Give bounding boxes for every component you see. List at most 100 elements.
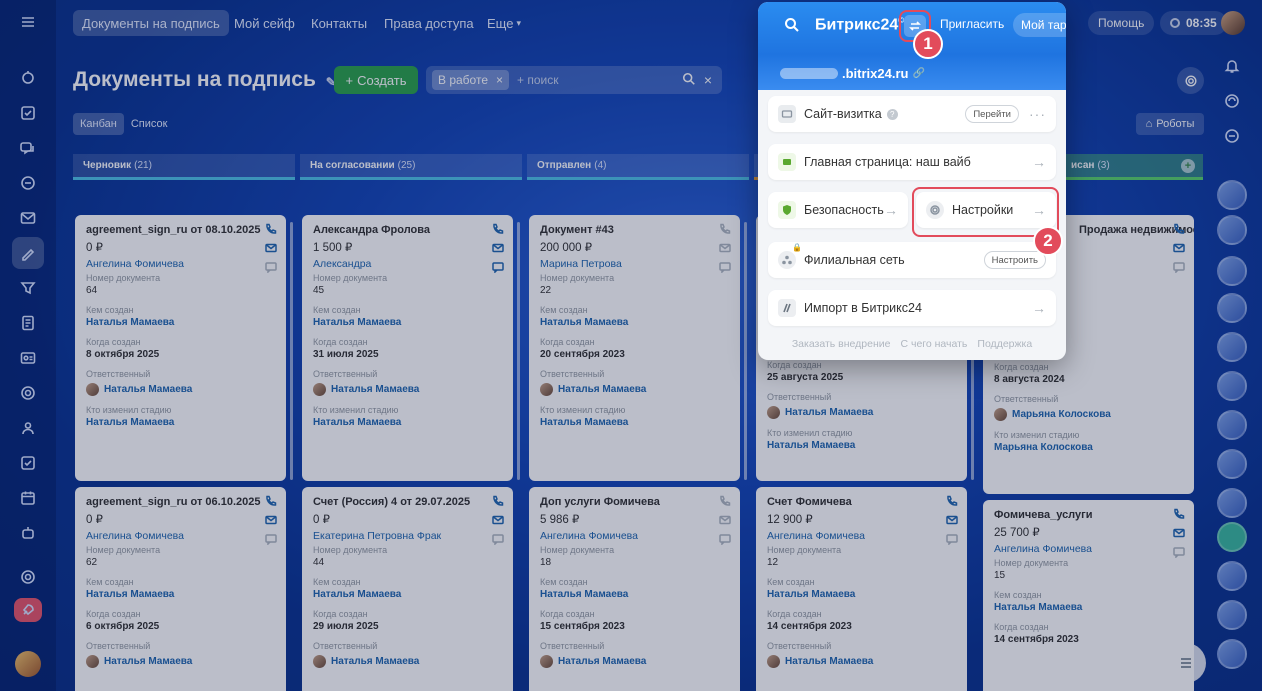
document-icon[interactable] (12, 307, 44, 339)
calendar-icon[interactable] (12, 482, 44, 514)
mail-icon[interactable] (719, 242, 731, 257)
deal-card[interactable]: Документ #43 200 000 ₽ Марина Петрова Но… (529, 215, 740, 481)
comment-icon[interactable] (265, 261, 277, 276)
comment-icon[interactable] (719, 533, 731, 548)
card-creator[interactable]: Наталья Мамаева (86, 589, 275, 600)
column-header-approval[interactable]: На согласовании (25) (300, 154, 522, 180)
contact-card-icon[interactable] (12, 342, 44, 374)
card-title[interactable]: Фомичева_услуги (994, 509, 1183, 521)
user-avatar[interactable] (15, 651, 41, 677)
card-creator[interactable]: Наталья Мамаева (313, 317, 502, 328)
menu-item-branch-network[interactable]: 🔒 Филиальная сеть Настроить (768, 242, 1056, 278)
comment-icon[interactable] (492, 261, 504, 276)
phone-icon[interactable] (492, 495, 504, 510)
avatar[interactable] (1217, 488, 1247, 518)
menu-item-import[interactable]: Импорт в Битрикс24 → (768, 290, 1056, 326)
crm-icon[interactable] (12, 167, 44, 199)
sign-icon[interactable] (12, 237, 44, 269)
avatar[interactable] (1217, 639, 1247, 669)
avatar[interactable] (1217, 522, 1247, 552)
card-stage-by[interactable]: Марьяна Колоскова (994, 442, 1183, 453)
view-kanban[interactable]: Канбан (73, 113, 124, 135)
phone-icon[interactable] (265, 223, 277, 238)
settings-gear-icon[interactable] (12, 561, 44, 593)
card-title[interactable]: Доп услуги Фомичева (540, 496, 729, 508)
mail-icon[interactable] (1173, 242, 1185, 257)
card-responsible[interactable]: Наталья Мамаева (86, 383, 275, 396)
team-icon[interactable] (12, 412, 44, 444)
feed-icon[interactable] (12, 62, 44, 94)
site-open-button[interactable]: Перейти (965, 105, 1019, 123)
card-title[interactable]: agreement_sign_ru от 06.10.2025 (86, 496, 275, 508)
card-responsible[interactable]: Наталья Мамаева (540, 383, 729, 396)
mail-icon[interactable] (12, 202, 44, 234)
card-responsible[interactable]: Наталья Мамаева (313, 383, 502, 396)
add-column-icon[interactable]: + (1181, 158, 1195, 173)
robot-icon[interactable] (12, 517, 44, 549)
checkbox-icon[interactable] (12, 447, 44, 479)
card-responsible[interactable]: Наталья Мамаева (767, 406, 956, 419)
card-stage-by[interactable]: Наталья Мамаева (767, 440, 956, 451)
card-client[interactable]: Александра (313, 258, 502, 270)
search-input[interactable]: + поиск (517, 73, 558, 87)
tab-access-rights[interactable]: Права доступа (375, 10, 483, 36)
avatar[interactable] (1217, 332, 1247, 362)
comment-icon[interactable] (946, 533, 958, 548)
phone-icon[interactable] (492, 223, 504, 238)
deal-card[interactable]: Доп услуги Фомичева 5 986 ₽ Ангелина Фом… (529, 487, 740, 691)
menu-item-security[interactable]: Безопасность → (768, 192, 908, 228)
scrollbar[interactable] (744, 222, 747, 480)
tab-my-safe[interactable]: Мой сейф (225, 10, 304, 36)
card-creator[interactable]: Наталья Мамаева (540, 317, 729, 328)
link-icon[interactable]: 🔗 (912, 68, 924, 79)
invite-button[interactable]: Пригласить (940, 17, 1004, 31)
column-header-draft[interactable]: Черновик (21) (73, 154, 295, 180)
footer-link-get-started[interactable]: С чего начать (900, 338, 967, 350)
avatar[interactable] (1217, 600, 1247, 630)
menu-fab[interactable] (1166, 643, 1206, 683)
card-client[interactable]: Ангелина Фомичева (767, 530, 956, 542)
mail-icon[interactable] (946, 514, 958, 529)
avatar[interactable] (1217, 561, 1247, 591)
mail-icon[interactable] (265, 242, 277, 257)
footer-link-support[interactable]: Поддержка (977, 338, 1032, 350)
card-client[interactable]: Марина Петрова (540, 258, 729, 270)
filter-funnel-icon[interactable] (12, 272, 44, 304)
card-client[interactable]: Ангелина Фомичева (86, 258, 275, 270)
avatar[interactable] (1217, 410, 1247, 440)
avatar[interactable] (1217, 449, 1247, 479)
deal-card[interactable]: Счет Фомичева 12 900 ₽ Ангелина Фомичева… (756, 487, 967, 691)
portal-url[interactable]: .bitrix24.ru 🔗 (780, 66, 925, 81)
tab-documents-to-sign[interactable]: Документы на подпись (73, 10, 229, 36)
card-client[interactable]: Ангелина Фомичева (86, 530, 275, 542)
card-creator[interactable]: Наталья Мамаева (767, 589, 956, 600)
card-responsible[interactable]: Наталья Мамаева (540, 655, 729, 668)
phone-icon[interactable] (946, 495, 958, 510)
phone-icon[interactable] (1173, 508, 1185, 523)
deal-card[interactable]: agreement_sign_ru от 06.10.2025 0 ₽ Анге… (75, 487, 286, 691)
mail-icon[interactable] (492, 242, 504, 257)
card-client[interactable]: Ангелина Фомичева (994, 543, 1183, 555)
menu-item-homepage[interactable]: Главная страница: наш вайб → (768, 144, 1056, 180)
card-creator[interactable]: Наталья Мамаева (86, 317, 275, 328)
settings-gear-icon[interactable] (1177, 67, 1204, 94)
chat-icon[interactable] (12, 132, 44, 164)
card-creator[interactable]: Наталья Мамаева (313, 589, 502, 600)
create-button[interactable]: + Создать (334, 66, 418, 94)
close-icon[interactable]: × (496, 73, 503, 87)
search-icon[interactable] (784, 17, 800, 36)
avatar[interactable] (1217, 215, 1247, 245)
more-icon[interactable]: ··· (1029, 106, 1046, 122)
card-responsible[interactable]: Наталья Мамаева (86, 655, 275, 668)
card-responsible[interactable]: Марьяна Колоскова (994, 408, 1183, 421)
deal-card[interactable]: agreement_sign_ru от 08.10.2025 0 ₽ Анге… (75, 215, 286, 481)
card-title[interactable]: agreement_sign_ru от 08.10.2025 (86, 224, 275, 236)
copilot-icon[interactable] (1217, 86, 1247, 116)
messenger-icon[interactable] (1217, 121, 1247, 151)
deal-card[interactable]: Александра Фролова 1 500 ₽ Александра Но… (302, 215, 513, 481)
tab-contacts[interactable]: Контакты (302, 10, 376, 36)
card-stage-by[interactable]: Наталья Мамаева (86, 417, 275, 428)
tasks-icon[interactable] (12, 97, 44, 129)
column-header-sent[interactable]: Отправлен (4) (527, 154, 749, 180)
rocket-icon[interactable] (14, 598, 42, 622)
